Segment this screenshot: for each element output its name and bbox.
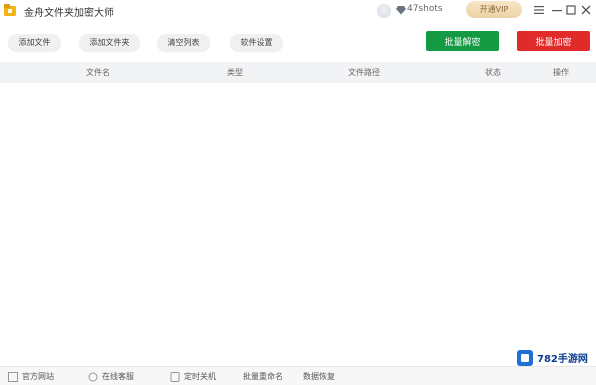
official-site-link[interactable]: 官方网站 (8, 371, 54, 382)
batch-encrypt-button[interactable]: 批量加密 (517, 31, 590, 51)
file-table-header: 文件名 类型 文件路径 状态 操作 (0, 62, 596, 83)
watermark-text: 782手游网 (537, 354, 588, 365)
maximize-icon (566, 5, 576, 15)
diamond-icon (396, 6, 406, 15)
bottom-bar: 官方网站 在线客服 定时关机 批量重命名 数据恢复 (0, 366, 596, 385)
batch-rename-link[interactable]: 批量重命名 (243, 371, 283, 382)
column-header-status[interactable]: 状态 (485, 67, 501, 78)
column-header-filename[interactable]: 文件名 (86, 67, 110, 78)
title-bar: 金舟文件夹加密大师 47shots 开通VIP (0, 0, 596, 22)
add-file-button[interactable]: 添加文件 (8, 34, 61, 51)
home-icon (8, 371, 18, 382)
user-avatar[interactable] (377, 4, 391, 18)
shutdown-label: 定时关机 (184, 372, 216, 381)
minimize-icon (552, 10, 562, 12)
online-support-link[interactable]: 在线客服 (88, 371, 134, 382)
close-icon (581, 5, 591, 15)
online-support-label: 在线客服 (102, 372, 134, 381)
app-window: 金舟文件夹加密大师 47shots 开通VIP 添加文件 添加文件夹 清空列表 … (0, 0, 596, 385)
official-site-label: 官方网站 (22, 372, 54, 381)
data-recovery-label: 数据恢复 (303, 372, 335, 381)
file-list-area[interactable] (0, 83, 596, 365)
watermark-logo-icon (517, 349, 533, 366)
column-header-path[interactable]: 文件路径 (348, 67, 380, 78)
headset-icon (88, 372, 98, 381)
power-icon (170, 371, 180, 382)
close-button[interactable] (578, 2, 594, 18)
vip-label: 开通VIP (479, 5, 509, 14)
software-settings-button[interactable]: 软件设置 (230, 34, 283, 51)
shutdown-timer-link[interactable]: 定时关机 (170, 371, 216, 382)
column-header-type[interactable]: 类型 (227, 67, 243, 78)
batch-rename-label: 批量重命名 (243, 372, 283, 381)
clear-list-button[interactable]: 清空列表 (157, 34, 210, 51)
data-recovery-link[interactable]: 数据恢复 (303, 371, 335, 382)
folder-lock-logo-icon (4, 4, 16, 16)
menu-icon (534, 6, 544, 14)
app-title: 金舟文件夹加密大师 (24, 8, 114, 19)
maximize-button[interactable] (563, 2, 579, 18)
add-folder-button[interactable]: 添加文件夹 (79, 34, 140, 51)
vip-button[interactable]: 开通VIP (466, 1, 522, 18)
shots-count: 47shots (407, 4, 443, 14)
watermark: 782手游网 (517, 348, 591, 367)
menu-button[interactable] (531, 2, 547, 18)
column-header-actions[interactable]: 操作 (553, 67, 569, 78)
batch-decrypt-button[interactable]: 批量解密 (426, 31, 499, 51)
